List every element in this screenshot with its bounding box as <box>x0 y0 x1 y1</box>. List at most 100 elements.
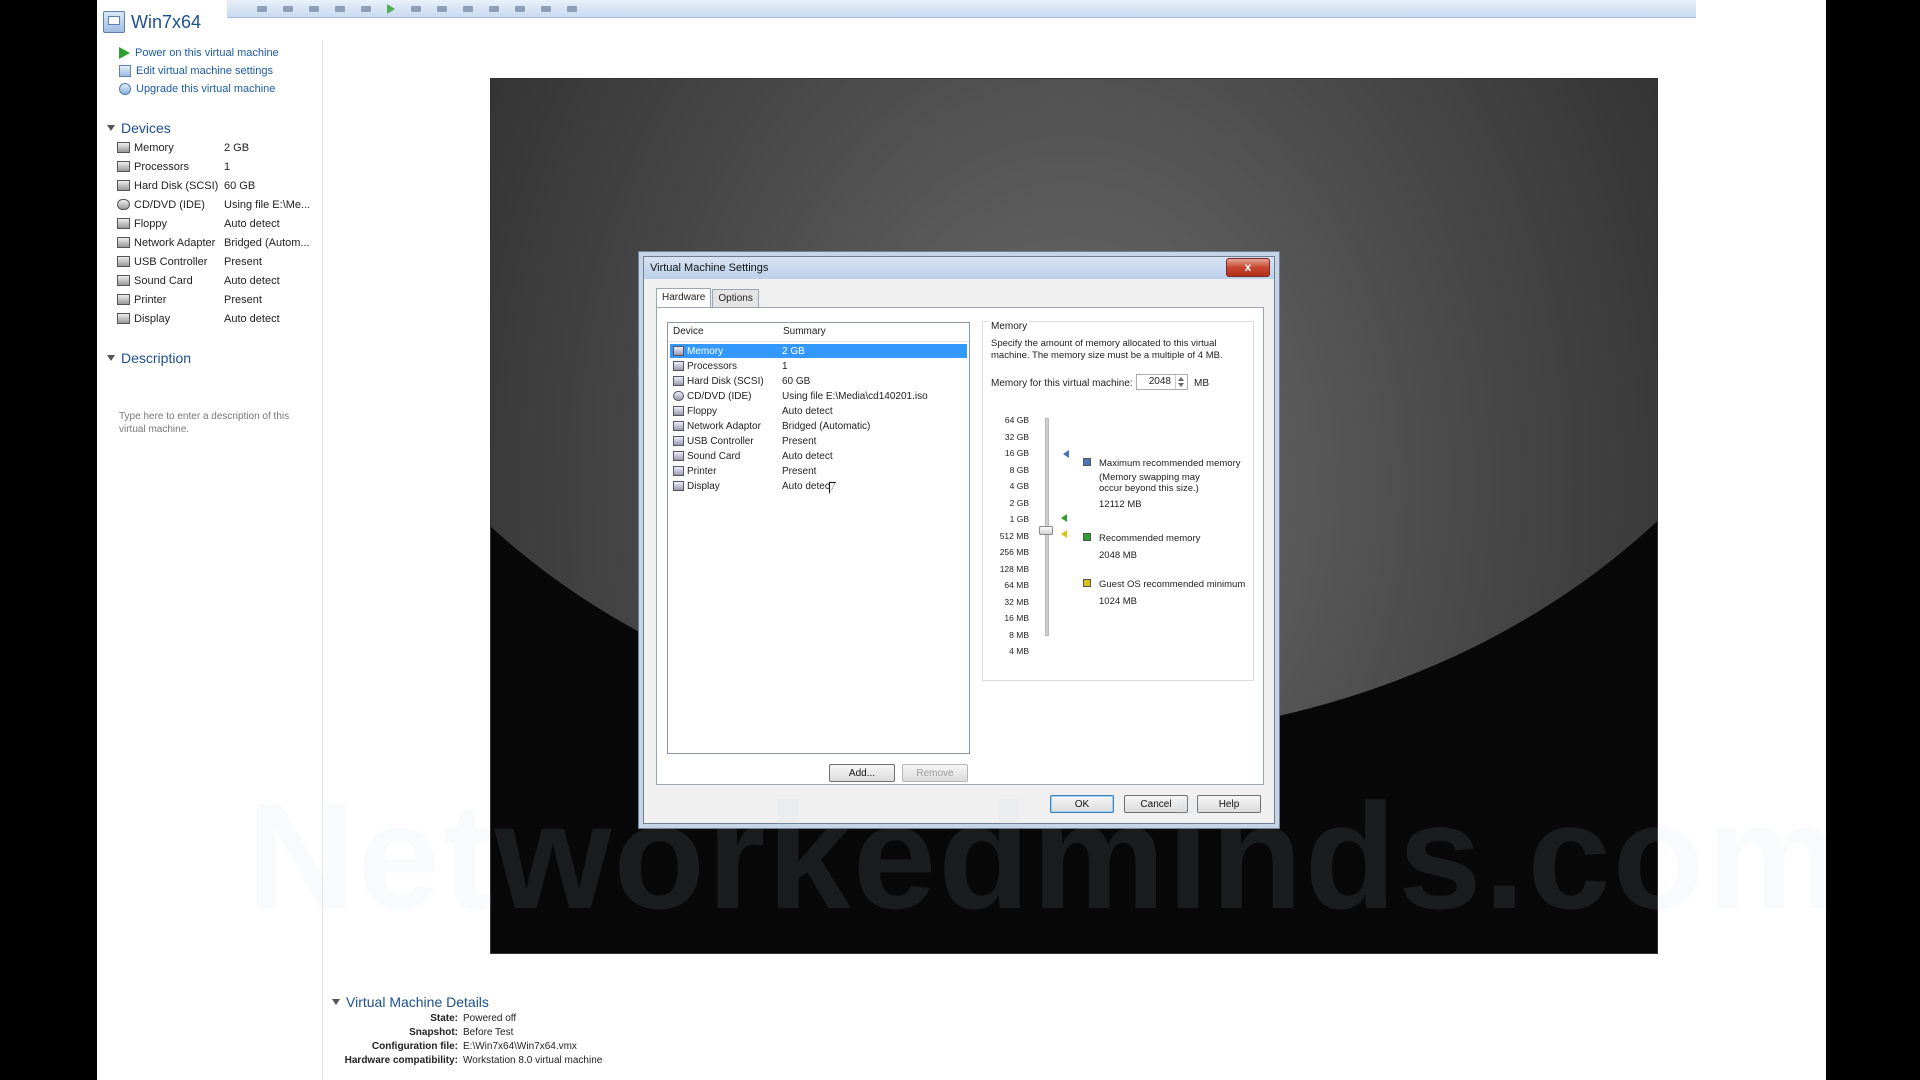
usb-icon <box>673 436 684 446</box>
network-icon <box>673 421 684 431</box>
toolbar-revert-icon[interactable] <box>437 5 447 12</box>
power-on-command[interactable]: Power on this virtual machine <box>119 45 279 61</box>
device-row-hard-disk[interactable]: Hard Disk (SCSI) 60 GB <box>117 176 317 195</box>
list-row-floppy[interactable]: Floppy Auto detect <box>670 404 967 418</box>
list-row-memory[interactable]: Memory 2 GB <box>670 344 967 358</box>
device-row-network-adapter[interactable]: Network Adapter Bridged (Autom... <box>117 233 317 252</box>
memory-scale-label: 64 MB <box>1004 580 1029 590</box>
device-row-usb-controller[interactable]: USB Controller Present <box>117 252 317 271</box>
dialog-tabs: Hardware Options <box>656 288 760 308</box>
memory-icon <box>117 142 130 153</box>
memory-description: Specify the amount of memory allocated t… <box>991 338 1223 361</box>
device-row-floppy[interactable]: Floppy Auto detect <box>117 214 317 233</box>
collapse-arrow-icon[interactable] <box>332 999 340 1005</box>
list-row-sound-card[interactable]: Sound Card Auto detect <box>670 449 967 463</box>
device-row-cd-dvd[interactable]: CD/DVD (IDE) Using file E:\Me... <box>117 195 317 214</box>
list-row-hard-disk[interactable]: Hard Disk (SCSI) 60 GB <box>670 374 967 388</box>
list-row-name: Processors <box>687 360 738 372</box>
upgrade-command[interactable]: Upgrade this virtual machine <box>119 81 275 97</box>
list-row-summary: Auto detect <box>782 405 833 417</box>
dialog-titlebar[interactable]: Virtual Machine Settings x <box>644 257 1274 279</box>
memory-scale-label: 256 MB <box>999 547 1029 557</box>
memory-spinner[interactable] <box>1175 375 1187 389</box>
devices-section-header[interactable]: Devices <box>107 120 171 136</box>
list-row-name: Memory <box>687 345 724 357</box>
list-row-usb-controller[interactable]: USB Controller Present <box>670 434 967 448</box>
sound-icon <box>673 451 684 461</box>
tab-hardware[interactable]: Hardware <box>656 288 712 308</box>
device-row-printer[interactable]: Printer Present <box>117 290 317 309</box>
hard-disk-icon <box>673 376 684 386</box>
cd-dvd-icon <box>117 199 130 210</box>
collapse-arrow-icon[interactable] <box>107 125 115 131</box>
list-row-display[interactable]: Display Auto detect <box>670 479 967 493</box>
summary-column-header[interactable]: Summary <box>778 323 826 341</box>
toolbar-suspend-icon[interactable] <box>283 5 293 12</box>
detail-row-config-file: Configuration file: E:\Win7x64\Win7x64.v… <box>332 1041 577 1054</box>
display-icon <box>673 481 684 491</box>
device-name: Printer <box>134 293 167 306</box>
edit-settings-label[interactable]: Edit virtual machine settings <box>136 65 273 77</box>
toolbar-view-icon[interactable] <box>489 5 499 12</box>
tab-options[interactable]: Options <box>712 289 759 308</box>
description-input[interactable]: Type here to enter a description of this… <box>119 410 309 436</box>
device-row-processors[interactable]: Processors 1 <box>117 157 317 176</box>
memory-slider-thumb[interactable] <box>1039 526 1053 535</box>
memory-group: Memory Specify the amount of memory allo… <box>982 321 1254 681</box>
toolbar-console-icon[interactable] <box>567 5 577 12</box>
toolbar-unity-icon[interactable] <box>541 5 551 12</box>
list-row-cd-dvd[interactable]: CD/DVD (IDE) Using file E:\Media\cd14020… <box>670 389 967 403</box>
toolbar-power-on-icon[interactable] <box>387 3 395 14</box>
device-name: Sound Card <box>134 274 193 287</box>
upgrade-icon <box>119 83 131 95</box>
memory-scale-label: 8 MB <box>1009 629 1029 640</box>
device-name: Display <box>134 312 171 325</box>
device-list-header: Device Summary <box>668 323 969 342</box>
virtual-machine-icon <box>103 11 125 33</box>
list-row-network-adapter[interactable]: Network Adaptor Bridged (Automatic) <box>670 419 967 433</box>
vm-details-header[interactable]: Virtual Machine Details <box>332 994 489 1010</box>
list-row-summary: Bridged (Automatic) <box>782 420 871 432</box>
device-row-sound-card[interactable]: Sound Card Auto detect <box>117 271 317 290</box>
upgrade-label[interactable]: Upgrade this virtual machine <box>136 83 275 95</box>
close-button[interactable]: x <box>1226 258 1270 277</box>
device-summary: Auto detect <box>224 274 280 287</box>
toolbar-pause-icon[interactable] <box>257 5 267 12</box>
device-summary: Using file E:\Me... <box>224 198 311 211</box>
add-device-button[interactable]: Add... <box>829 764 895 782</box>
detail-value: Powered off <box>463 1013 517 1024</box>
ok-button[interactable]: OK <box>1050 795 1114 813</box>
help-button[interactable]: Help <box>1197 795 1261 813</box>
toolbar-snapshot-manager-icon[interactable] <box>463 5 473 12</box>
cd-dvd-icon <box>673 391 684 401</box>
list-row-processors[interactable]: Processors 1 <box>670 359 967 373</box>
toolbar-send-keys-icon[interactable] <box>361 5 371 12</box>
toolbar-reset-icon[interactable] <box>335 5 345 12</box>
device-column-header[interactable]: Device <box>668 323 778 341</box>
device-row-memory[interactable]: Memory 2 GB <box>117 138 317 157</box>
recommended-memory-label: Recommended memory <box>1099 533 1201 544</box>
toolbar-stop-icon[interactable] <box>309 5 319 12</box>
edit-settings-command[interactable]: Edit virtual machine settings <box>119 63 273 79</box>
list-row-printer[interactable]: Printer Present <box>670 464 967 478</box>
device-name: Processors <box>134 160 190 173</box>
minimum-memory-swatch-icon <box>1083 579 1091 587</box>
device-row-display[interactable]: Display Auto detect <box>117 309 317 328</box>
toolbar-full-screen-icon[interactable] <box>515 5 525 12</box>
max-memory-marker-icon <box>1063 450 1069 458</box>
cancel-button[interactable]: Cancel <box>1124 795 1188 813</box>
detail-value: Before Test <box>463 1027 514 1038</box>
toolbar-snapshot-icon[interactable] <box>411 5 421 12</box>
remove-device-button[interactable]: Remove <box>902 764 968 782</box>
list-row-summary: 2 GB <box>782 345 805 357</box>
memory-scale-label: 4 GB <box>1009 481 1029 491</box>
collapse-arrow-icon[interactable] <box>107 355 115 361</box>
list-row-summary: Present <box>782 435 817 447</box>
vm-tab-title[interactable]: Win7x64 <box>103 8 201 36</box>
description-section-header[interactable]: Description <box>107 350 191 366</box>
device-summary: 60 GB <box>224 179 256 192</box>
memory-group-title: Memory <box>989 321 1030 332</box>
list-row-name: USB Controller <box>687 435 754 447</box>
detail-key: Hardware compatibility: <box>344 1055 458 1066</box>
power-on-label[interactable]: Power on this virtual machine <box>135 47 279 59</box>
